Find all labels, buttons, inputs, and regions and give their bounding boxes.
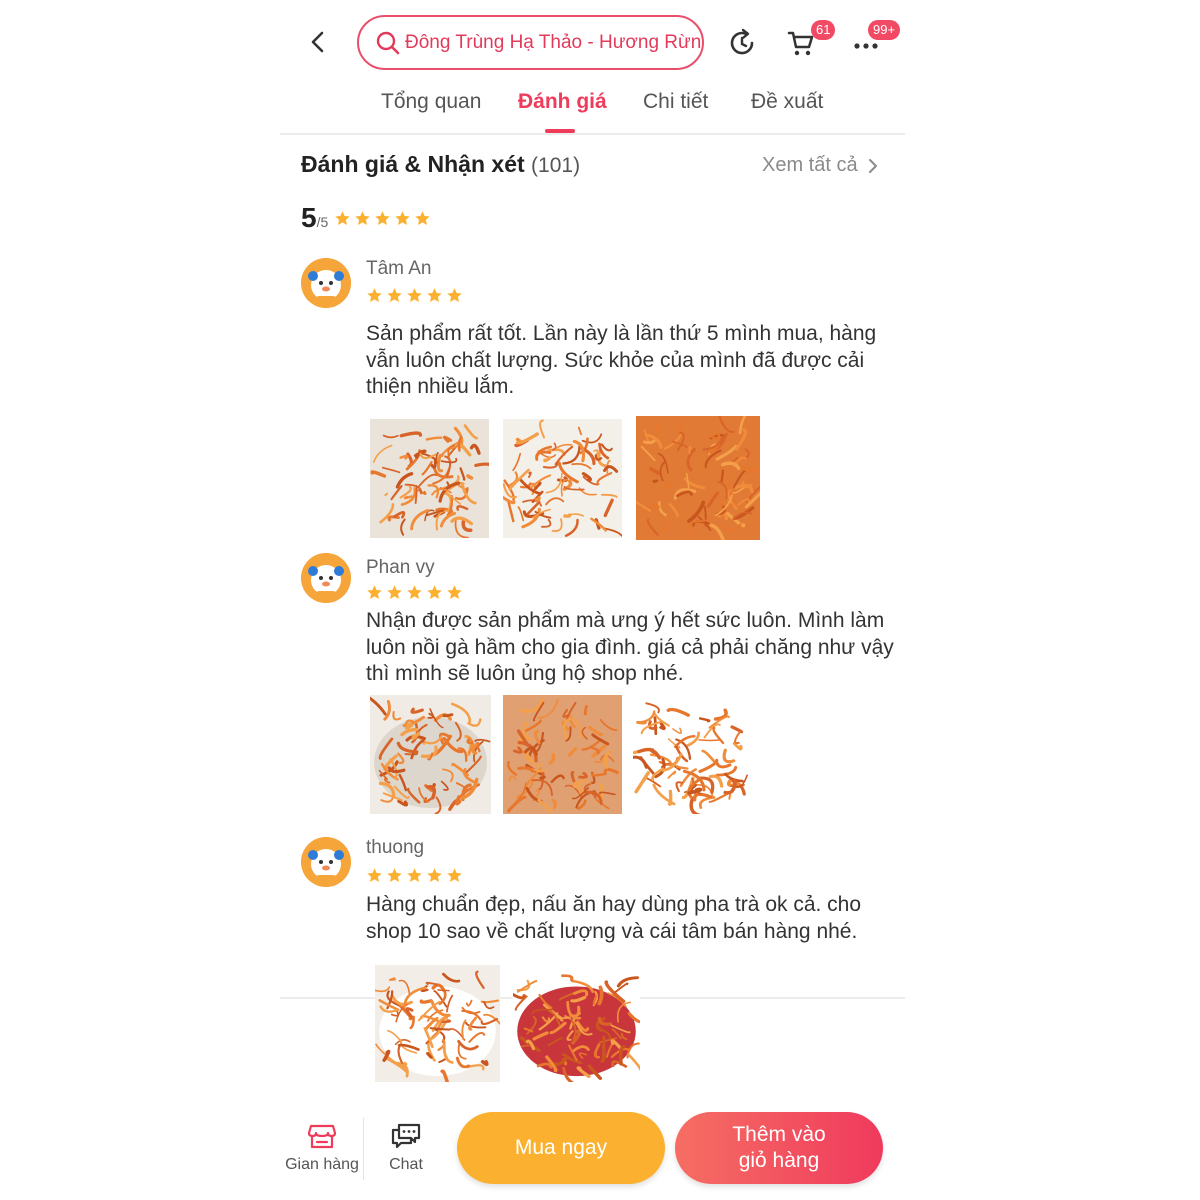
shop-label: Gian hàng: [285, 1156, 359, 1173]
star-icon: [427, 585, 442, 599]
rating-score: 5: [301, 202, 317, 233]
chat-icon: [391, 1123, 421, 1149]
star-icon: [407, 288, 422, 302]
reviews-heading: Đánh giá & Nhận xét (101): [301, 151, 580, 178]
star-icon: [387, 868, 402, 882]
add-to-cart-label: giỏ hàng: [738, 1149, 820, 1172]
review-text-line: thì mình sẽ luôn ủng hộ shop nhé.: [366, 662, 684, 685]
review-text: Sản phẩm rất tốt. Lần này là lần thứ 5 m…: [366, 321, 876, 401]
star-icon: [367, 868, 382, 882]
tab-reviews[interactable]: Đánh giá: [518, 90, 607, 114]
shop-button[interactable]: Gian hàng: [282, 1122, 362, 1174]
review-text: Nhận được sản phẩm mà ưng ý hết sức luôn…: [366, 608, 894, 688]
see-all-label: Xem tất cả: [762, 154, 858, 176]
review-photo-image: [636, 416, 760, 540]
history-button[interactable]: [724, 26, 760, 60]
mascot-icon: [301, 258, 351, 308]
chat-button[interactable]: Chat: [366, 1122, 446, 1174]
reviewer-name: thuong: [366, 837, 425, 858]
star-icon: [367, 288, 382, 302]
star-icon: [375, 211, 390, 225]
review-photo-image: [503, 695, 622, 814]
mascot-icon: [301, 553, 351, 603]
review-photo-image: [633, 695, 758, 814]
review-text-line: vẫn luôn chất lượng. Sức khỏe của mình đ…: [366, 348, 865, 372]
cart-badge: 61: [811, 20, 836, 40]
review-text-line: Sản phẩm rất tốt. Lần này là lần thứ 5 m…: [366, 322, 877, 345]
add-to-cart-label: Thêm vào: [732, 1123, 826, 1146]
review-photo[interactable]: [370, 419, 489, 538]
star-icon: [407, 868, 422, 882]
review-stars: [366, 287, 463, 304]
star-icon: [367, 585, 382, 599]
average-rating: 5 /5: [301, 202, 431, 234]
star-icon: [427, 868, 442, 882]
star-icon: [415, 211, 430, 225]
review-text-line: thiện nhiều lắm.: [366, 375, 515, 398]
rating-max: /5: [316, 214, 329, 230]
avatar: [301, 258, 351, 308]
buy-now-button[interactable]: Mua ngay: [457, 1112, 665, 1184]
star-icon: [395, 211, 410, 225]
review-photo[interactable]: [375, 965, 500, 1082]
review-photo-image: [513, 965, 640, 1082]
review-photo-image: [370, 419, 489, 538]
search-icon: [376, 31, 400, 54]
star-icon: [387, 288, 402, 302]
tabs-divider: [280, 133, 905, 135]
review-photo[interactable]: [370, 695, 491, 814]
cart-button[interactable]: 61: [783, 20, 836, 60]
more-button[interactable]: 99+: [848, 20, 901, 60]
star-icon: [335, 211, 350, 225]
review-photo[interactable]: [503, 695, 622, 814]
see-all-link[interactable]: Xem tất cả: [762, 154, 878, 177]
store-icon: [307, 1124, 337, 1149]
tab-suggestions[interactable]: Đề xuất: [751, 90, 823, 114]
chevron-right-icon: [868, 158, 877, 173]
star-icon: [447, 585, 462, 599]
review-stars: [366, 584, 463, 601]
back-button[interactable]: [302, 26, 334, 58]
reviews-title: Đánh giá & Nhận xét: [301, 151, 525, 177]
star-icon: [355, 211, 370, 225]
search-text: Đông Trùng Hạ Thảo - Hương Rừng: [405, 31, 704, 53]
review-photo-image: [375, 965, 500, 1082]
review-text: Hàng chuẩn đẹp, nấu ăn hay dùng pha trà …: [366, 892, 861, 945]
tab-overview[interactable]: Tổng quan: [381, 90, 481, 114]
avatar: [301, 837, 351, 887]
search-bar[interactable]: Đông Trùng Hạ Thảo - Hương Rừng: [357, 15, 704, 70]
tab-details[interactable]: Chi tiết: [643, 90, 708, 114]
review-photo-image: [503, 419, 622, 538]
chevron-left-icon: [311, 31, 324, 53]
review-photo[interactable]: [636, 416, 760, 540]
review-photo-image: [370, 695, 491, 814]
bottom-divider: [363, 1118, 364, 1180]
avatar: [301, 553, 351, 603]
star-icon: [407, 585, 422, 599]
chat-label: Chat: [389, 1156, 423, 1173]
review-text-line: shop 10 sao về chất lượng và cái tâm bán…: [366, 919, 858, 943]
review-stars: [366, 867, 463, 884]
star-icon: [427, 288, 442, 302]
review-text-line: Hàng chuẩn đẹp, nấu ăn hay dùng pha trà …: [366, 893, 862, 916]
review-photo[interactable]: [633, 695, 758, 814]
star-icon: [447, 868, 462, 882]
review-text-line: Nhận được sản phẩm mà ưng ý hết sức luôn…: [366, 609, 885, 632]
star-icon: [447, 288, 462, 302]
reviews-count: (101): [531, 154, 581, 177]
review-text-line: luôn nồi gà hầm cho gia đình. giá cả phả…: [366, 635, 894, 659]
rating-stars: [334, 210, 431, 227]
mascot-icon: [301, 837, 351, 887]
reviewer-name: Tâm An: [366, 258, 432, 279]
buy-now-label: Mua ngay: [514, 1136, 608, 1159]
reviewer-name: Phan vy: [366, 557, 435, 578]
review-photo[interactable]: [513, 965, 640, 1082]
history-icon: [730, 28, 754, 55]
star-icon: [387, 585, 402, 599]
review-photo[interactable]: [503, 419, 622, 538]
add-to-cart-button[interactable]: Thêm vào giỏ hàng: [675, 1112, 883, 1184]
more-badge: 99+: [868, 20, 901, 40]
